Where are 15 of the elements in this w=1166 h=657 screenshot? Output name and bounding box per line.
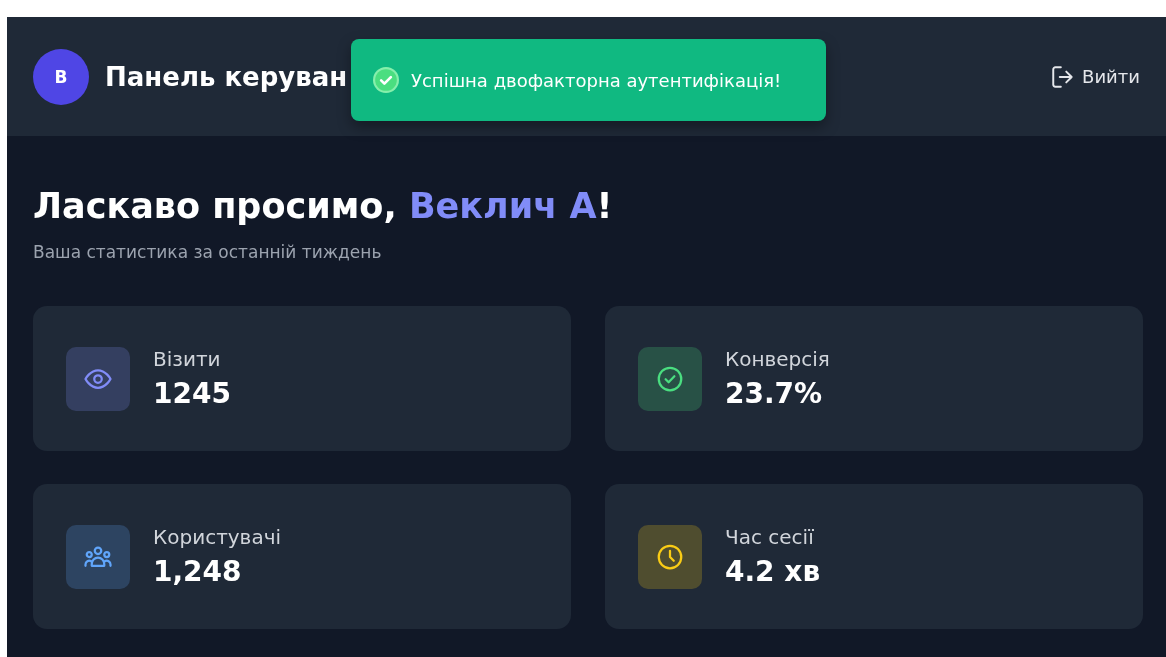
stat-label: Конверсія [725,347,830,371]
stat-label: Час сесії [725,525,815,549]
stat-value: 23.7% [725,377,824,410]
check-circle-icon [373,67,399,93]
page-title: Панель керуван [105,61,348,92]
stat-value: 1245 [153,377,231,410]
stat-label: Користувачі [153,525,282,549]
avatar: В [33,48,89,105]
logout-button[interactable]: Вийти [1046,59,1144,94]
welcome-heading: Ласкаво просимо, Веклич А! [33,186,614,226]
toast-message: Успішна двофакторна аутентифікація! [411,69,782,91]
stat-value: 1,248 [153,555,243,588]
stat-label: Візити [153,347,222,371]
welcome-subtitle: Ваша статистика за останній тиждень [33,242,383,262]
stat-value: 4.2 хв [725,555,821,588]
